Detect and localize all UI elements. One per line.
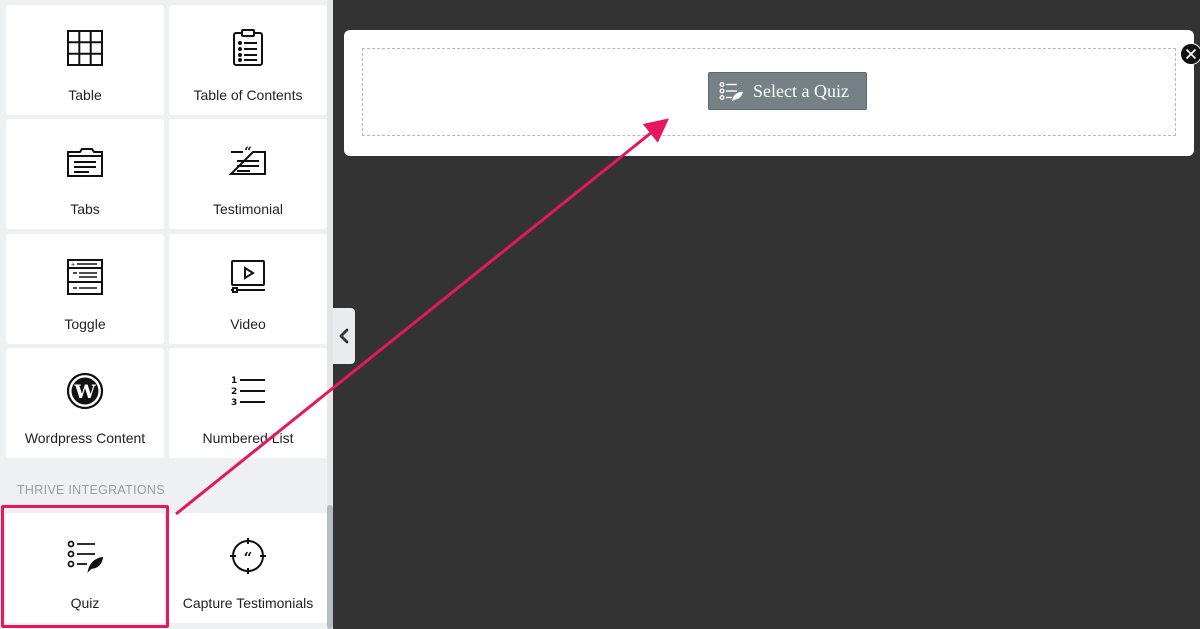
element-tile-label: Tabs xyxy=(70,201,100,217)
svg-text:“: “ xyxy=(244,549,253,567)
toggle-icon: + xyxy=(65,257,105,297)
sidebar-scrollbar-thumb[interactable] xyxy=(327,505,333,629)
table-icon xyxy=(65,28,105,68)
svg-text:2: 2 xyxy=(231,387,237,397)
element-tile-toggle[interactable]: + Toggle xyxy=(6,234,164,344)
quiz-element-card: Select a Quiz xyxy=(344,30,1194,156)
collapse-sidebar-button[interactable] xyxy=(333,308,355,364)
quiz-placeholder-area: Select a Quiz xyxy=(362,48,1176,136)
svg-text:W: W xyxy=(73,381,96,403)
element-tile-capture-testimonials[interactable]: “ Capture Testimonials xyxy=(169,513,327,623)
element-tile-testimonial[interactable]: “ Testimonial xyxy=(169,119,327,229)
elements-sidebar: Table Table of Contents Tabs “ Testimoni… xyxy=(0,0,333,629)
quiz-icon xyxy=(719,82,743,101)
tabs-icon xyxy=(65,142,105,182)
element-tile-table[interactable]: Table xyxy=(6,5,164,115)
element-tile-label: Numbered List xyxy=(202,430,294,446)
element-tile-label: Toggle xyxy=(64,316,106,332)
svg-text:3: 3 xyxy=(231,398,237,408)
select-quiz-button[interactable]: Select a Quiz xyxy=(708,72,867,110)
testimonial-icon: “ xyxy=(228,142,268,182)
element-tile-label: Table of Contents xyxy=(193,87,303,103)
element-tile-numbered-list[interactable]: 1 2 3 Numbered List xyxy=(169,348,327,458)
element-tile-table-of-contents[interactable]: Table of Contents xyxy=(169,5,327,115)
capture-testimonials-icon: “ xyxy=(228,536,268,576)
element-tile-label: Wordpress Content xyxy=(24,430,146,446)
element-tile-wordpress-content[interactable]: W Wordpress Content xyxy=(6,348,164,458)
element-tile-label: Table xyxy=(68,87,102,103)
table-of-contents-icon xyxy=(228,28,268,68)
close-icon xyxy=(1185,48,1197,60)
element-tile-label: Quiz xyxy=(70,595,100,611)
select-quiz-label: Select a Quiz xyxy=(753,80,849,101)
quiz-icon xyxy=(65,536,105,576)
element-tile-label: Capture Testimonials xyxy=(182,595,314,611)
wordpress-icon: W xyxy=(65,371,105,411)
element-tile-label: Video xyxy=(230,316,266,332)
video-icon xyxy=(228,257,268,297)
svg-text:“: “ xyxy=(244,145,251,160)
element-tile-label: Testimonial xyxy=(212,201,284,217)
chevron-left-icon xyxy=(339,328,349,344)
svg-text:1: 1 xyxy=(231,376,237,386)
section-title-thrive-integrations: THRIVE INTEGRATIONS xyxy=(17,483,165,497)
element-tile-tabs[interactable]: Tabs xyxy=(6,119,164,229)
svg-text:+: + xyxy=(71,262,75,269)
close-element-button[interactable] xyxy=(1180,43,1200,65)
element-tile-quiz[interactable]: Quiz xyxy=(6,513,164,623)
numbered-list-icon: 1 2 3 xyxy=(228,371,268,411)
element-tile-video[interactable]: Video xyxy=(169,234,327,344)
